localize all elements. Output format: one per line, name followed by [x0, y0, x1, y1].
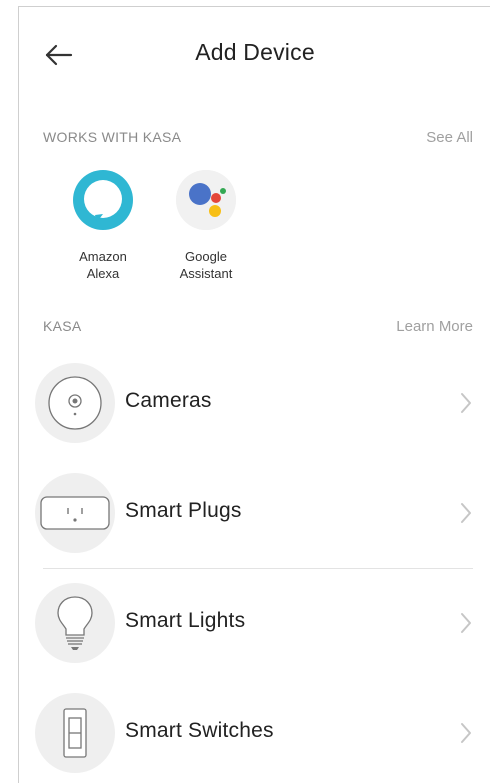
list-item-smart-plugs[interactable]: Smart Plugs: [35, 471, 475, 555]
google-assistant-icon: [176, 170, 236, 230]
list-item-label: Smart Lights: [125, 609, 246, 632]
chevron-right-icon: [457, 391, 475, 415]
list-item-label: Smart Switches: [125, 719, 274, 742]
works-with-title: WORKS WITH KASA: [43, 129, 182, 145]
kasa-header: KASA Learn More: [43, 318, 473, 338]
header: Add Device: [19, 7, 490, 103]
see-all-link[interactable]: See All: [426, 129, 473, 146]
works-with-header: WORKS WITH KASA See All: [43, 129, 473, 149]
list-item-label: Smart Plugs: [125, 499, 242, 522]
chevron-right-icon: [457, 721, 475, 745]
camera-icon: [35, 363, 115, 443]
app-screen: Add Device WORKS WITH KASA See All Amazo…: [18, 6, 490, 783]
list-item-smart-lights[interactable]: Smart Lights: [35, 581, 475, 665]
list-item-smart-switches[interactable]: Smart Switches: [35, 691, 475, 775]
divider: [43, 568, 473, 569]
alexa-icon: [73, 170, 133, 230]
works-with-label: Amazon Alexa: [79, 249, 127, 281]
plug-icon: [35, 473, 115, 553]
works-with-label: Google Assistant: [179, 249, 233, 281]
bulb-icon: [35, 583, 115, 663]
chevron-right-icon: [457, 501, 475, 525]
learn-more-link[interactable]: Learn More: [396, 318, 473, 335]
switch-icon: [35, 693, 115, 773]
kasa-title: KASA: [43, 318, 82, 334]
chevron-right-icon: [457, 611, 475, 635]
works-with-item-alexa[interactable]: Amazon Alexa: [58, 170, 148, 290]
works-with-item-google-assistant[interactable]: Google Assistant: [161, 170, 251, 290]
list-item-cameras[interactable]: Cameras: [35, 361, 475, 445]
list-item-label: Cameras: [125, 389, 212, 412]
page-title: Add Device: [195, 39, 315, 65]
